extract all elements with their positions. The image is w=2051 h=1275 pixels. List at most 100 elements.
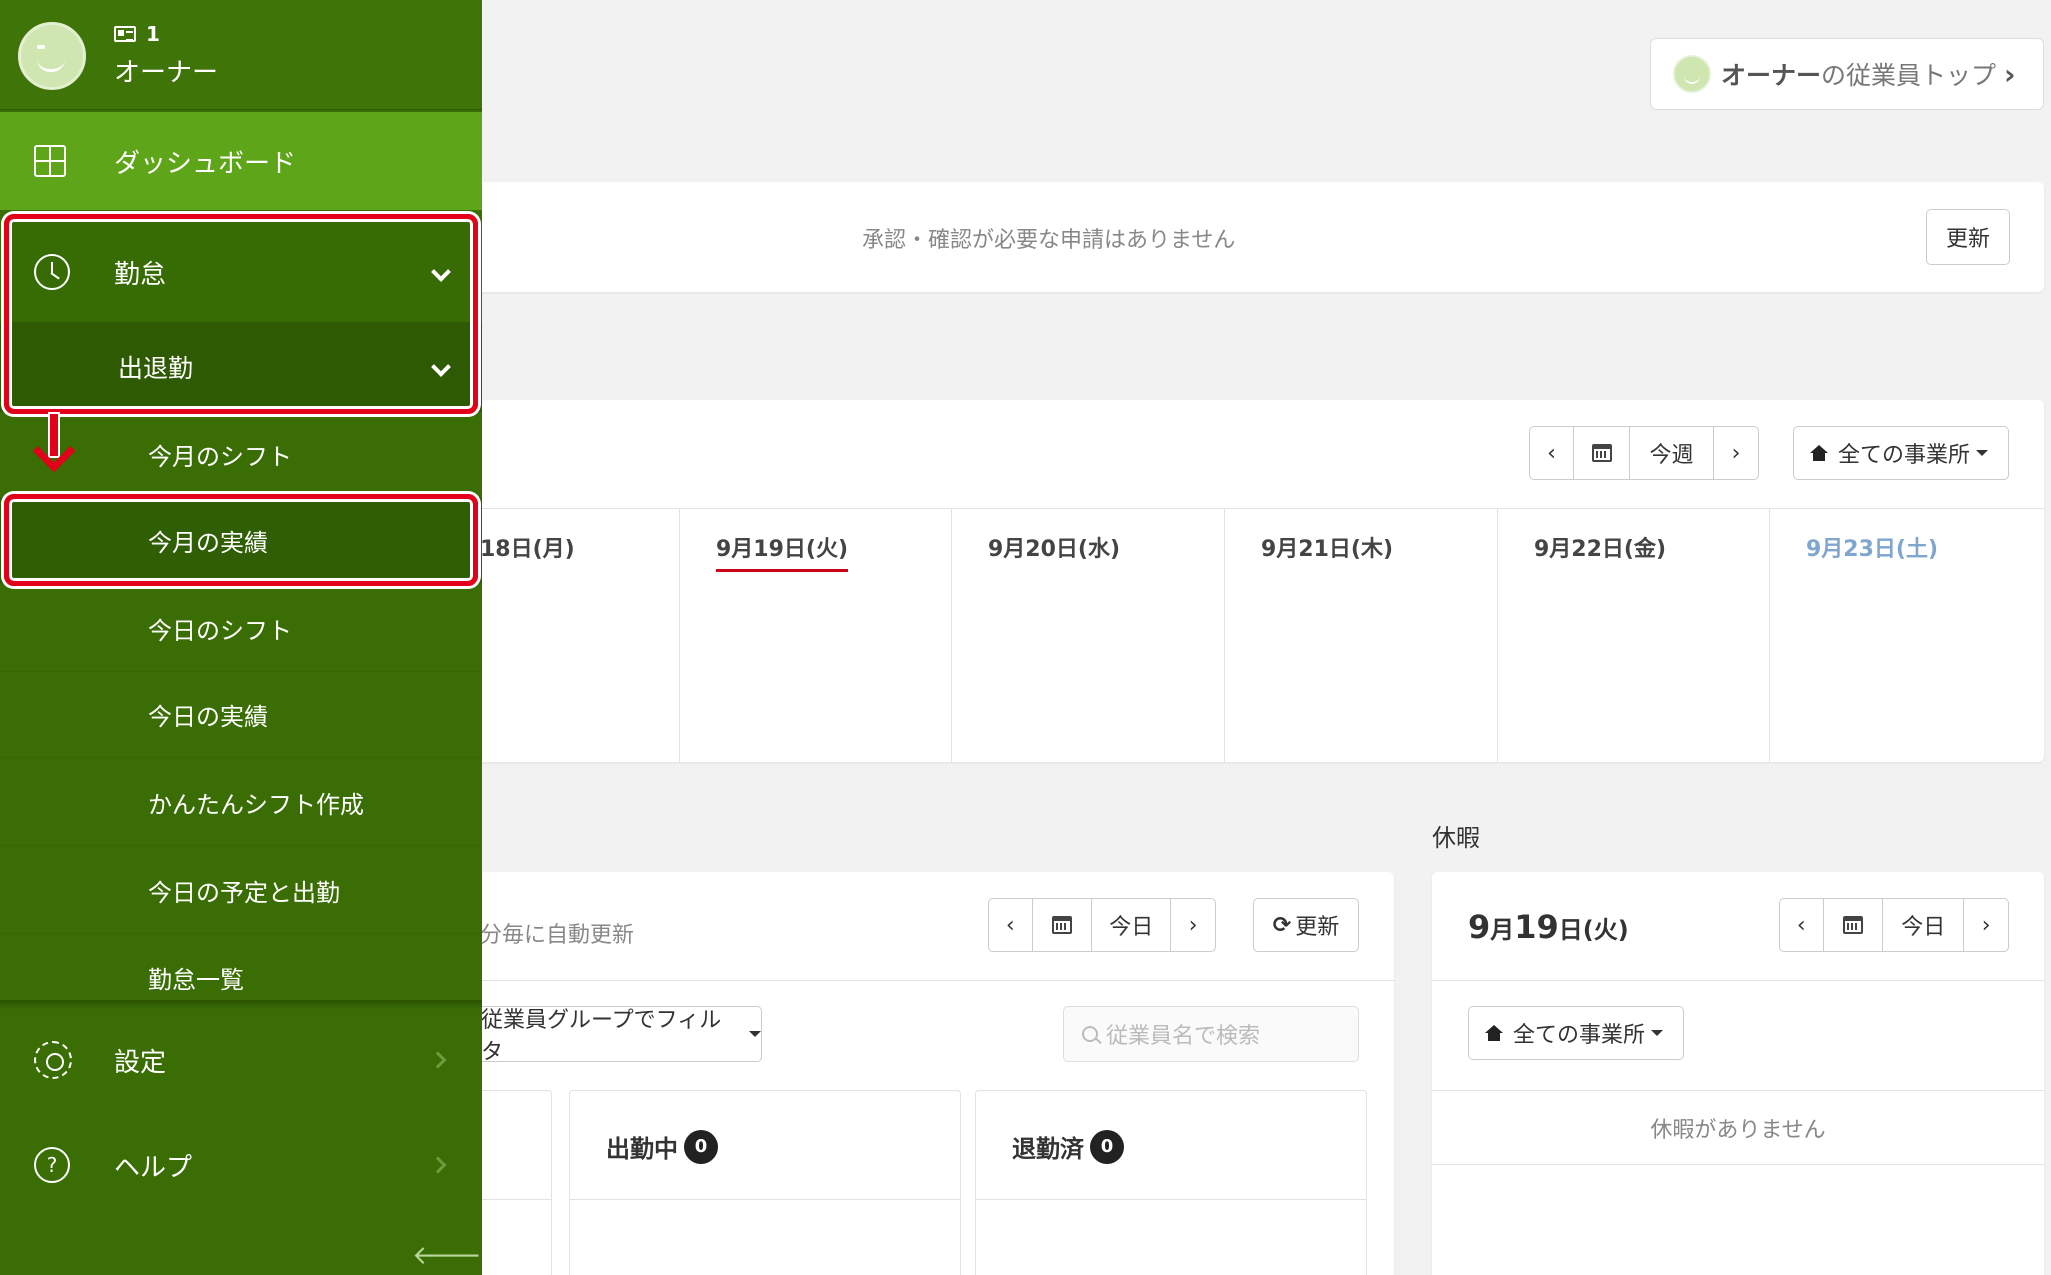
status-panel-left: 退勤済 0: [975, 1090, 1367, 1275]
no-leave-message: 休暇がありません: [1650, 1118, 1826, 1143]
employee-top-suffix: の従業員トップ: [1821, 61, 1997, 90]
day-label: 18日(月): [480, 537, 575, 562]
count-badge: 0: [1090, 1129, 1124, 1164]
user-role: オーナー: [114, 58, 219, 88]
day-label: 9月20日(水): [988, 537, 1121, 562]
highlight-box-attendance: [4, 214, 478, 414]
gear-icon: [34, 1041, 72, 1079]
divider: [1432, 1090, 2044, 1091]
sidebar-item-label: 設定: [114, 1047, 167, 1078]
next-day-button[interactable]: ›: [1964, 899, 2008, 951]
leave-date-day-suffix: 日(火): [1558, 916, 1629, 944]
sidebar-subitem-today-shift[interactable]: 今日のシフト: [0, 586, 482, 672]
today-button[interactable]: 今日: [1883, 899, 1965, 951]
avatar: [18, 22, 86, 90]
prev-day-button[interactable]: ‹: [1780, 899, 1824, 951]
day-calendar-button[interactable]: [1033, 899, 1093, 951]
sidebar-divider: [0, 1000, 482, 1010]
approval-refresh-button[interactable]: 更新: [1926, 209, 2010, 265]
employee-search-input[interactable]: 従業員名で検索: [1063, 1006, 1359, 1062]
calendar-icon: [1051, 916, 1072, 934]
day-column: 9月21日(木): [1225, 509, 1498, 762]
caret-down-icon: [1976, 450, 1989, 456]
day-column-today: 9月19日(火): [680, 509, 952, 762]
chevron-right-icon: [429, 1051, 447, 1069]
next-day-button[interactable]: ›: [1171, 899, 1215, 951]
caret-down-icon: [749, 1031, 761, 1037]
chevron-right-icon: ›: [2004, 57, 2016, 91]
sidebar-subitem-today-record[interactable]: 今日の実績: [0, 672, 482, 758]
chevron-left-icon: ‹: [1796, 912, 1806, 938]
divider: [1432, 1164, 2044, 1165]
sidebar-subitem-label: 勤怠一覧: [148, 965, 244, 994]
prev-day-button[interactable]: ‹: [989, 899, 1033, 951]
caret-down-icon: [1651, 1030, 1664, 1036]
search-icon: [1082, 1026, 1098, 1042]
employee-top-button[interactable]: オーナー の従業員トップ ›: [1650, 38, 2044, 110]
sidebar-subitem-label: かんたんシフト作成: [148, 791, 364, 819]
sidebar-subitem-today-plan[interactable]: 今日の予定と出勤: [0, 848, 482, 934]
chevron-left-icon: ‹: [1547, 440, 1556, 466]
attendance-refresh-button[interactable]: ⟳ 更新: [1253, 898, 1359, 952]
employee-top-owner: オーナー: [1721, 61, 1822, 90]
status-label: 退勤済: [1012, 1135, 1084, 1163]
divider: [570, 1199, 960, 1200]
help-icon: ?: [34, 1147, 70, 1183]
leave-day-navigation: ‹ 今日 ›: [1779, 898, 2009, 952]
search-placeholder: 従業員名で検索: [1106, 1024, 1261, 1049]
sidebar-user-header[interactable]: 1 オーナー: [0, 0, 482, 110]
sidebar-item-help[interactable]: ? ヘルプ: [0, 1115, 482, 1215]
day-column: 9月20日(水): [952, 509, 1225, 762]
chevron-right-icon: ›: [1188, 912, 1198, 938]
auto-refresh-text: 分毎に自動更新: [480, 923, 635, 948]
week-store-select[interactable]: 全ての事業所: [1793, 426, 2009, 480]
sidebar-item-label: ヘルプ: [114, 1152, 193, 1183]
approval-message: 承認・確認が必要な申請はありません: [862, 228, 1236, 253]
leave-store-select[interactable]: 全ての事業所: [1468, 1006, 1684, 1060]
weekly-schedule-card: ‹ 今週 › 全ての事業所 18日(月) 9月19日(火) 9月20日(水) 9…: [300, 400, 2044, 762]
day-label: 9月22日(金): [1534, 537, 1667, 562]
group-filter-label: 従業員グループでフィルタ: [481, 1008, 722, 1065]
calendar-icon: [1591, 444, 1612, 462]
sidebar-subitem-label: 今日のシフト: [148, 617, 292, 645]
divider: [1432, 980, 2044, 981]
next-week-button[interactable]: ›: [1714, 427, 1758, 479]
day-column: 9月22日(金): [1498, 509, 1770, 762]
leave-store-label: 全ての事業所: [1513, 1023, 1646, 1048]
collapse-arrow-icon[interactable]: 🡐: [412, 1240, 482, 1271]
day-column-saturday: 9月23日(土): [1770, 509, 2044, 762]
day-label-saturday: 9月23日(土): [1806, 537, 1939, 562]
divider: [976, 1199, 1366, 1200]
sidebar-item-dashboard[interactable]: ダッシュボード: [0, 112, 482, 210]
this-week-button[interactable]: 今週: [1630, 427, 1714, 479]
leave-date: 9月19日(火): [1468, 908, 1629, 946]
refresh-icon: ⟳: [1272, 912, 1292, 938]
id-card-icon: [114, 26, 136, 42]
approval-card: 承認・確認が必要な申請はありません 更新: [300, 182, 2044, 292]
week-store-label: 全ての事業所: [1838, 443, 1971, 468]
day-calendar-button[interactable]: [1824, 899, 1884, 951]
attendance-refresh-label: 更新: [1295, 915, 1340, 940]
leave-card: 9月19日(火) ‹ 今日 › 全ての事業所 休暇がありません: [1432, 872, 2044, 1275]
chevron-right-icon: ›: [1981, 912, 1991, 938]
sidebar-subitem-month-shift[interactable]: 今月のシフト: [0, 412, 482, 498]
prev-week-button[interactable]: ‹: [1530, 427, 1574, 479]
week-calendar-button[interactable]: [1574, 427, 1630, 479]
status-panel-working: 出勤中 0: [569, 1090, 961, 1275]
status-label: 出勤中: [606, 1135, 678, 1163]
chevron-right-icon: [429, 1156, 447, 1174]
leave-date-month: 9: [1468, 908, 1491, 946]
sidebar-subitem-easy-shift[interactable]: かんたんシフト作成: [0, 760, 482, 846]
home-icon: [1810, 445, 1828, 461]
sidebar: 1 オーナー ダッシュボード 勤怠 出退勤 今月のシフト 今月の実績 今日のシフ…: [0, 0, 482, 1275]
chevron-left-icon: ‹: [1005, 912, 1015, 938]
user-id: 1: [146, 22, 160, 46]
today-button[interactable]: 今日: [1092, 899, 1172, 951]
sidebar-subitem-label: 今月のシフト: [148, 443, 292, 471]
leave-date-day: 19: [1514, 908, 1559, 946]
day-navigation: ‹ 今日 ›: [988, 898, 1216, 952]
highlight-box-month-record: [4, 494, 478, 586]
sidebar-item-settings[interactable]: 設定: [0, 1010, 482, 1110]
chevron-right-icon: ›: [1731, 440, 1741, 466]
leave-date-month-suffix: 月: [1490, 916, 1515, 944]
